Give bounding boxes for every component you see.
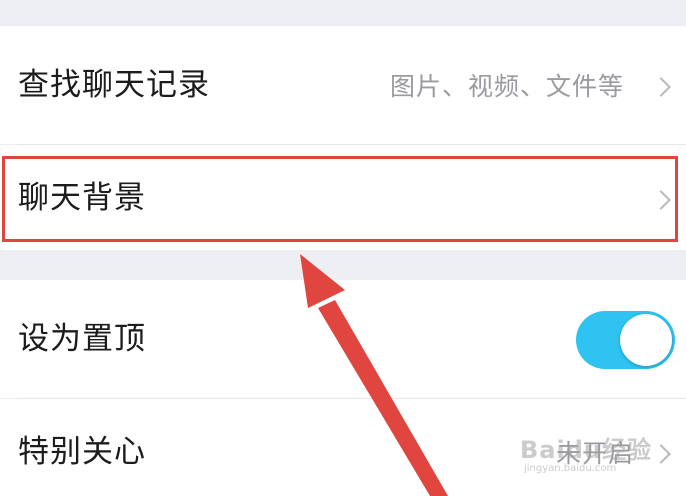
- pin-to-top-label: 设为置顶: [18, 321, 146, 357]
- special-care-value: 未开启: [556, 439, 635, 468]
- top-gap: [0, 0, 686, 26]
- chat-background-label: 聊天背景: [18, 180, 146, 216]
- chevron-right-icon: [651, 77, 671, 97]
- chevron-right-icon: [651, 190, 671, 210]
- special-care-label: 特别关心: [18, 434, 146, 470]
- search-chat-history-label: 查找聊天记录: [18, 67, 210, 103]
- search-chat-history-row[interactable]: 查找聊天记录 图片、视频、文件等: [0, 26, 686, 144]
- search-chat-history-value: 图片、视频、文件等: [390, 72, 625, 101]
- special-care-row[interactable]: 特别关心 未开启: [0, 399, 686, 496]
- chevron-right-icon: [651, 444, 671, 464]
- chat-background-row[interactable]: 聊天背景: [0, 145, 686, 250]
- section-gap: [0, 250, 686, 280]
- pin-to-top-toggle[interactable]: [576, 311, 675, 369]
- toggle-knob: [620, 314, 672, 366]
